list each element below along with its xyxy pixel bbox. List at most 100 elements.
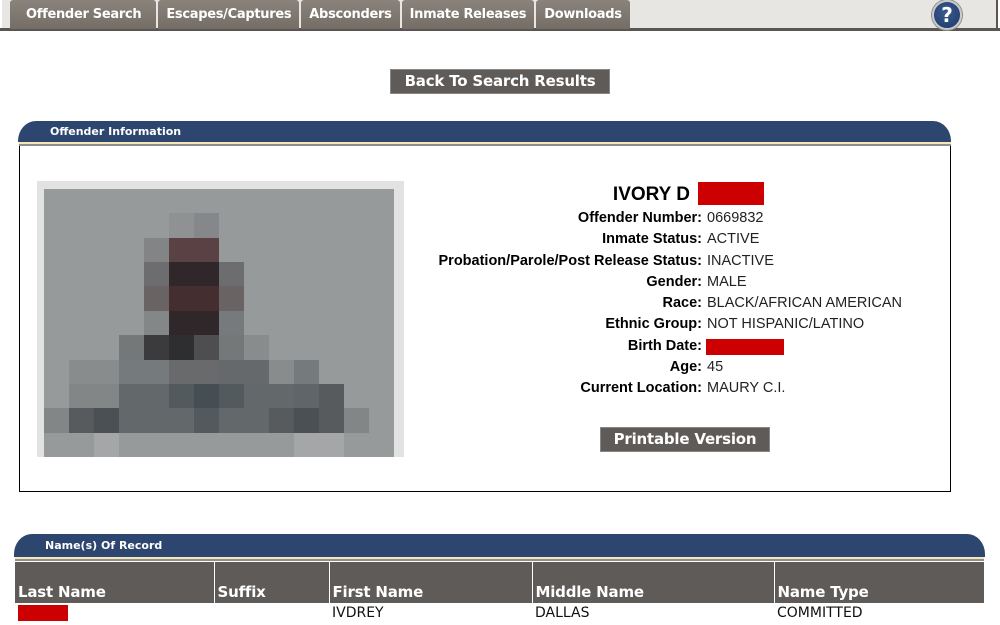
tab-downloads[interactable]: Downloads <box>536 0 630 29</box>
field-label: Offender Number: <box>577 210 702 226</box>
field-value: BLACK/AFRICAN AMERICAN <box>707 295 902 312</box>
tab-offender-search[interactable]: Offender Search <box>10 0 157 29</box>
redacted-birth-date <box>706 338 784 355</box>
photo-pixel <box>119 286 144 311</box>
pixelated-photo-grid <box>44 189 394 457</box>
photo-pixel <box>294 237 319 263</box>
field-value: MALE <box>707 273 747 290</box>
photo-pixel <box>119 335 144 360</box>
photo-pixel <box>69 383 94 409</box>
photo-pixel <box>169 213 194 238</box>
photo-pixel <box>94 432 119 457</box>
photo-pixel <box>194 335 219 360</box>
photo-pixel <box>369 213 394 238</box>
photo-pixel <box>144 335 169 360</box>
field-label: Gender: <box>646 273 702 290</box>
photo-pixel <box>69 237 94 263</box>
photo-pixel <box>119 408 144 433</box>
photo-pixel <box>94 262 119 287</box>
photo-pixel <box>219 286 244 311</box>
cell-last-name <box>15 603 214 625</box>
photo-pixel <box>294 310 319 336</box>
photo-pixel <box>294 335 319 360</box>
field-age: Age: 45 <box>420 357 940 378</box>
photo-pixel <box>294 408 319 433</box>
photo-pixel <box>369 310 394 336</box>
photo-pixel <box>344 359 369 384</box>
photo-pixel <box>219 262 244 287</box>
photo-pixel <box>194 286 219 311</box>
photo-pixel <box>219 189 244 214</box>
photo-pixel <box>69 189 94 214</box>
photo-pixel <box>94 383 119 409</box>
photo-pixel <box>169 262 194 287</box>
photo-pixel <box>69 310 94 336</box>
field-probation-status: Probation/Parole/Post Release Status: IN… <box>420 251 940 272</box>
photo-pixel <box>319 432 344 457</box>
cell-first-name: IVDREY <box>332 605 384 621</box>
tab-escapes-captures[interactable]: Escapes/Captures <box>158 0 300 29</box>
photo-pixel <box>369 262 394 287</box>
photo-pixel <box>194 359 219 384</box>
photo-pixel <box>194 237 219 263</box>
photo-pixel <box>44 262 69 287</box>
photo-pixel <box>319 408 344 433</box>
photo-pixel <box>369 432 394 457</box>
photo-pixel <box>244 335 269 360</box>
field-race: Race: BLACK/AFRICAN AMERICAN <box>420 293 940 314</box>
photo-pixel <box>319 237 344 263</box>
photo-pixel <box>219 310 244 336</box>
table-header-row: Last Name Suffix First Name Middle Name … <box>15 562 984 603</box>
printable-version-button[interactable]: Printable Version <box>600 427 770 452</box>
photo-pixel <box>294 213 319 238</box>
tab-absconders[interactable]: Absconders <box>301 0 400 29</box>
photo-pixel <box>269 359 294 384</box>
photo-pixel <box>69 262 94 287</box>
help-icon[interactable]: ? <box>932 0 962 30</box>
names-of-record-table: Last Name Suffix First Name Middle Name … <box>15 562 984 625</box>
photo-pixel <box>194 310 219 336</box>
photo-pixel <box>219 335 244 360</box>
photo-pixel <box>269 262 294 287</box>
photo-pixel <box>369 408 394 433</box>
photo-pixel <box>44 408 69 433</box>
photo-pixel <box>94 335 119 360</box>
photo-pixel <box>294 189 319 214</box>
photo-pixel <box>219 359 244 384</box>
photo-pixel <box>194 189 219 214</box>
cell-name-type: COMMITTED <box>777 605 863 621</box>
photo-pixel <box>219 237 244 263</box>
back-to-search-results-button[interactable]: Back To Search Results <box>390 69 610 94</box>
photo-pixel <box>169 432 194 457</box>
photo-pixel <box>44 335 69 360</box>
tab-inmate-releases[interactable]: Inmate Releases <box>401 0 535 29</box>
photo-pixel <box>244 310 269 336</box>
photo-pixel <box>319 262 344 287</box>
photo-pixel <box>144 408 169 433</box>
photo-pixel <box>369 286 394 311</box>
names-header-shadow-line <box>15 559 984 561</box>
photo-pixel <box>69 213 94 238</box>
redacted-surname <box>698 182 764 205</box>
photo-pixel <box>244 237 269 263</box>
photo-pixel <box>319 310 344 336</box>
redacted-last-name <box>18 605 68 621</box>
field-value: INACTIVE <box>707 252 774 269</box>
photo-pixel <box>169 237 194 263</box>
field-value: 45 <box>707 359 724 376</box>
photo-pixel <box>369 335 394 360</box>
photo-pixel <box>344 432 369 457</box>
photo-pixel <box>144 189 169 214</box>
photo-pixel <box>194 408 219 433</box>
photo-pixel <box>294 262 319 287</box>
photo-pixel <box>244 383 269 409</box>
photo-pixel <box>344 237 369 263</box>
photo-pixel <box>44 383 69 409</box>
photo-pixel <box>169 359 194 384</box>
field-label: Age: <box>669 359 702 376</box>
photo-pixel <box>69 408 94 433</box>
photo-pixel <box>44 310 69 336</box>
photo-pixel <box>44 286 69 311</box>
photo-pixel <box>369 383 394 409</box>
photo-pixel <box>294 383 319 409</box>
